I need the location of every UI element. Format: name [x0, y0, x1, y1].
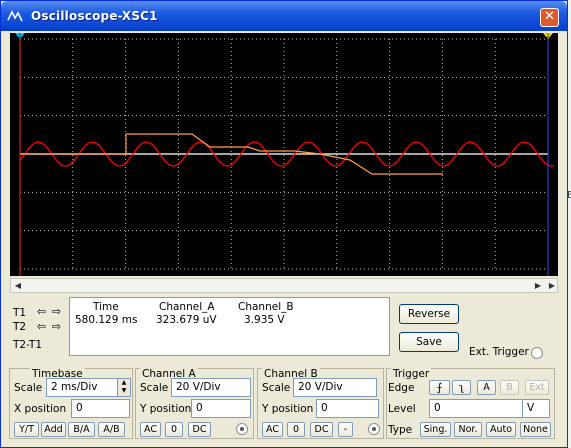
- trigger-source-ext-button[interactable]: Ext: [525, 380, 549, 395]
- mode-add-button[interactable]: Add: [41, 422, 66, 437]
- scope-graph: 12: [15, 33, 555, 276]
- header-channel-b: Channel_B: [238, 301, 294, 313]
- trigger-none-button[interactable]: None: [520, 422, 551, 437]
- t1-label: T1: [13, 307, 27, 319]
- t1-channel-a-value: 323.679 uV: [156, 314, 217, 326]
- trigger-normal-button[interactable]: Nor.: [454, 422, 482, 437]
- channel-a-ypos-field[interactable]: 0: [191, 399, 251, 418]
- scroll-right-end-icon[interactable]: ▶: [545, 279, 559, 292]
- mode-ba-button[interactable]: B/A: [68, 422, 95, 437]
- channel-b-ypos-label: Y position: [262, 403, 314, 415]
- oscilloscope-window: Oscilloscope-XSC1 ✕ 12 ◀ ▶ ▶ T1 ⇦ ⇨ T2 ⇦…: [0, 0, 568, 448]
- horizontal-scrollbar[interactable]: ◀ ▶ ▶: [10, 278, 558, 293]
- t1-channel-b-value: 3.935 V: [244, 314, 285, 326]
- x-position-label: X position: [14, 403, 67, 415]
- trigger-group: Trigger Edge ⨍ ʅ A B Ext Level 0 V Type …: [386, 368, 555, 439]
- timebase-scale-label: Scale: [14, 382, 43, 394]
- falling-edge-icon[interactable]: ʅ: [452, 380, 471, 395]
- timebase-spinner[interactable]: ▲ ▼: [117, 378, 131, 397]
- window-title: Oscilloscope-XSC1: [31, 9, 158, 23]
- channel-b-dc-button[interactable]: DC: [310, 422, 333, 437]
- level-label: Level: [388, 403, 416, 415]
- t2-right-arrow-icon[interactable]: ⇨: [50, 321, 63, 333]
- channel-a-dc-button[interactable]: DC: [188, 422, 211, 437]
- trigger-single-button[interactable]: Sing.: [420, 422, 451, 437]
- channel-a-scale-label: Scale: [140, 382, 169, 394]
- trigger-title: Trigger: [391, 368, 432, 380]
- t1-left-arrow-icon[interactable]: ⇦: [35, 306, 48, 318]
- channel-a-radio[interactable]: [236, 423, 248, 435]
- trigger-auto-button[interactable]: Auto: [486, 422, 516, 437]
- channel-b-scale-field[interactable]: 20 V/Div: [293, 378, 377, 397]
- x-position-field[interactable]: 0: [71, 399, 130, 418]
- reverse-button[interactable]: Reverse: [399, 304, 459, 324]
- channel-a-group: Channel A Scale 20 V/Div Y position 0 AC…: [135, 368, 254, 439]
- ext-trigger-label: Ext. Trigger: [469, 346, 529, 358]
- t2-label: T2: [13, 321, 27, 333]
- timebase-scale-field[interactable]: 2 ms/Div: [46, 378, 118, 397]
- edge-label: Edge: [388, 382, 415, 394]
- channel-b-ac-button[interactable]: AC: [262, 422, 283, 437]
- mode-ab-button[interactable]: A/B: [98, 422, 125, 437]
- channel-b-scale-label: Scale: [262, 382, 291, 394]
- side-marker: B: [567, 190, 571, 201]
- trigger-source-b-button[interactable]: B: [500, 380, 519, 395]
- title-bar[interactable]: Oscilloscope-XSC1 ✕: [1, 1, 567, 31]
- trigger-source-a-button[interactable]: A: [477, 380, 496, 395]
- scope-display[interactable]: 12: [10, 33, 558, 276]
- channel-b-ypos-field[interactable]: 0: [316, 399, 379, 418]
- channel-a-ypos-label: Y position: [140, 403, 192, 415]
- close-button[interactable]: ✕: [540, 8, 559, 27]
- channel-a-scale-field[interactable]: 20 V/Div: [171, 378, 251, 397]
- header-channel-a: Channel_A: [159, 301, 215, 313]
- t1-right-arrow-icon[interactable]: ⇨: [50, 306, 63, 318]
- channel-b-zero-button[interactable]: 0: [287, 422, 305, 437]
- t1-time-value: 580.129 ms: [75, 314, 138, 326]
- channel-b-group: Channel B Scale 20 V/Div Y position 0 AC…: [257, 368, 384, 439]
- trigger-level-field[interactable]: 0: [429, 399, 523, 418]
- channel-a-ac-button[interactable]: AC: [140, 422, 161, 437]
- t2-t1-label: T2-T1: [13, 339, 43, 351]
- mode-yt-button[interactable]: Y/T: [14, 422, 39, 437]
- trigger-level-unit[interactable]: V: [522, 399, 550, 418]
- timebase-group: Timebase Scale 2 ms/Div ▲ ▼ X position 0 …: [9, 368, 133, 439]
- t2-left-arrow-icon[interactable]: ⇦: [35, 321, 48, 333]
- cursor-2-label: 2: [546, 33, 550, 40]
- measurement-readout: Time Channel_A Channel_B 580.129 ms 323.…: [69, 297, 390, 356]
- rising-edge-icon[interactable]: ⨍: [429, 380, 450, 395]
- save-button[interactable]: Save: [399, 332, 459, 352]
- channel-a-zero-button[interactable]: 0: [165, 422, 183, 437]
- channel-b-radio[interactable]: [368, 423, 380, 435]
- cursor-1-label: 1: [18, 33, 22, 40]
- ext-trigger-radio[interactable]: [531, 347, 543, 359]
- scroll-left-icon[interactable]: ◀: [11, 279, 25, 292]
- oscilloscope-icon: [7, 10, 23, 22]
- scroll-right-icon[interactable]: ▶: [531, 279, 545, 292]
- channel-b-invert-button[interactable]: -: [338, 422, 353, 437]
- header-time: Time: [93, 301, 119, 313]
- type-label: Type: [388, 424, 413, 436]
- close-icon: ✕: [544, 9, 555, 24]
